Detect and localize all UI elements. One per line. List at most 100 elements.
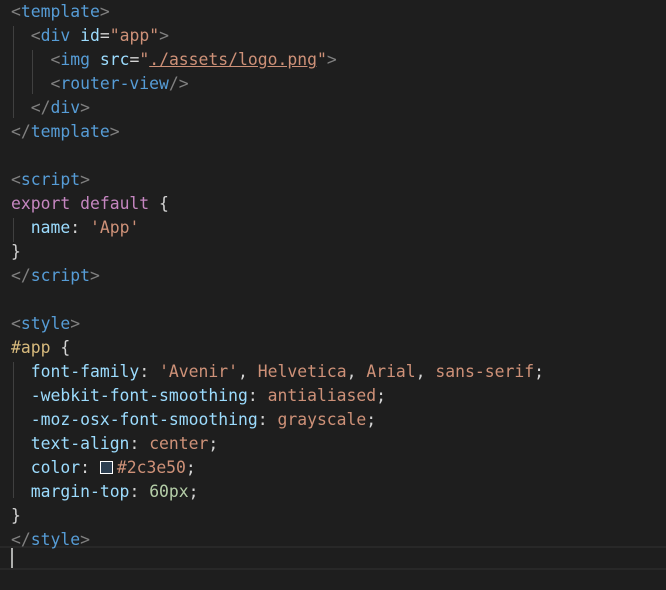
token-plain: { [50, 338, 71, 357]
code-line[interactable]: <template> [0, 0, 666, 24]
code-line[interactable]: <img src="./assets/logo.png"> [0, 48, 666, 72]
token-link: ./assets/logo.png [149, 50, 317, 69]
token-plain: = [129, 50, 140, 69]
code-line[interactable]: </template> [0, 120, 666, 144]
token-punct: < [50, 74, 61, 93]
token-str: Arial [366, 362, 416, 381]
token-plain: : [129, 434, 150, 453]
code-line[interactable]: </script> [0, 264, 666, 288]
token-plain: { [149, 194, 169, 213]
token-tag: style [20, 314, 71, 333]
token-plain: ; [376, 386, 387, 405]
token-tag: router-view [60, 74, 169, 93]
token-attr: -moz-osx-font-smoothing [30, 410, 258, 429]
text-cursor [11, 548, 13, 568]
token-plain: : [257, 410, 278, 429]
code-line[interactable] [0, 288, 666, 312]
token-punct: </ [30, 98, 51, 117]
code-line[interactable]: } [0, 504, 666, 528]
code-line[interactable]: </style> [0, 528, 666, 552]
code-line[interactable]: <router-view/> [0, 72, 666, 96]
token-punct: </ [11, 122, 31, 141]
token-punct: < [30, 26, 41, 45]
token-plain: , [238, 362, 258, 381]
token-punct: > [109, 122, 120, 141]
token-punct: > [80, 170, 90, 189]
code-line[interactable]: <script> [0, 168, 666, 192]
token-punct: > [89, 266, 100, 285]
code-editor[interactable]: <template> <div id="app"> <img src="./as… [0, 0, 666, 590]
code-line[interactable]: margin-top: 60px; [0, 480, 666, 504]
token-str: "app" [109, 26, 160, 45]
code-line[interactable]: <div id="app"> [0, 24, 666, 48]
code-line[interactable]: <style> [0, 312, 666, 336]
token-tag: script [30, 266, 90, 285]
token-plain: ; [185, 458, 196, 477]
code-line[interactable] [0, 552, 666, 576]
code-line[interactable]: } [0, 240, 666, 264]
token-plain: , [346, 362, 367, 381]
token-str: grayscale [277, 410, 367, 429]
token-tag: div [50, 98, 81, 117]
token-punct: > [159, 26, 169, 45]
token-attr: id [80, 26, 100, 45]
token-tag: img [60, 50, 90, 69]
code-line[interactable]: -webkit-font-smoothing: antialiased; [0, 384, 666, 408]
token-punct: < [50, 50, 61, 69]
code-line[interactable]: font-family: 'Avenir', Helvetica, Arial,… [0, 360, 666, 384]
token-punct: </ [11, 530, 31, 549]
token-kw: default [80, 194, 150, 213]
token-plain: : [247, 386, 268, 405]
token-plain: ; [208, 434, 219, 453]
code-line[interactable]: </div> [0, 96, 666, 120]
code-line[interactable]: name: 'App' [0, 216, 666, 240]
token-punct: /> [168, 74, 189, 93]
token-plain: : [70, 218, 90, 237]
token-punct: > [99, 2, 110, 21]
code-line[interactable]: color: #2c3e50; [0, 456, 666, 480]
token-attr: name [30, 218, 71, 237]
token-plain: , [415, 362, 436, 381]
code-line[interactable]: #app { [0, 336, 666, 360]
token-str: " [316, 50, 327, 69]
token-plain: } [11, 242, 21, 261]
token-tag: div [40, 26, 71, 45]
token-plain: ; [366, 410, 377, 429]
token-str: #2c3e50 [116, 458, 186, 477]
token-punct: > [326, 50, 337, 69]
token-attr: color [30, 458, 81, 477]
token-tag: script [20, 170, 81, 189]
code-line[interactable] [0, 144, 666, 168]
token-punct: < [11, 2, 21, 21]
token-plain: : [139, 362, 160, 381]
token-plain: = [99, 26, 110, 45]
token-punct: < [11, 170, 21, 189]
token-plain: : [129, 482, 150, 501]
token-attr: src [99, 50, 130, 69]
token-punct: < [11, 314, 21, 333]
token-attr: text-align [30, 434, 130, 453]
color-swatch[interactable] [99, 461, 113, 474]
token-tag: style [30, 530, 81, 549]
token-str: " [139, 50, 150, 69]
token-punct: > [80, 530, 90, 549]
token-attr: margin-top [30, 482, 130, 501]
token-tag: template [20, 2, 100, 21]
token-str: Helvetica [257, 362, 347, 381]
token-sel: #app [11, 338, 51, 357]
code-line[interactable]: text-align: center; [0, 432, 666, 456]
code-line[interactable]: export default { [0, 192, 666, 216]
token-punct: > [80, 98, 90, 117]
token-plain: ; [534, 362, 544, 381]
code-line[interactable]: -moz-osx-font-smoothing: grayscale; [0, 408, 666, 432]
token-plain: ; [188, 482, 199, 501]
